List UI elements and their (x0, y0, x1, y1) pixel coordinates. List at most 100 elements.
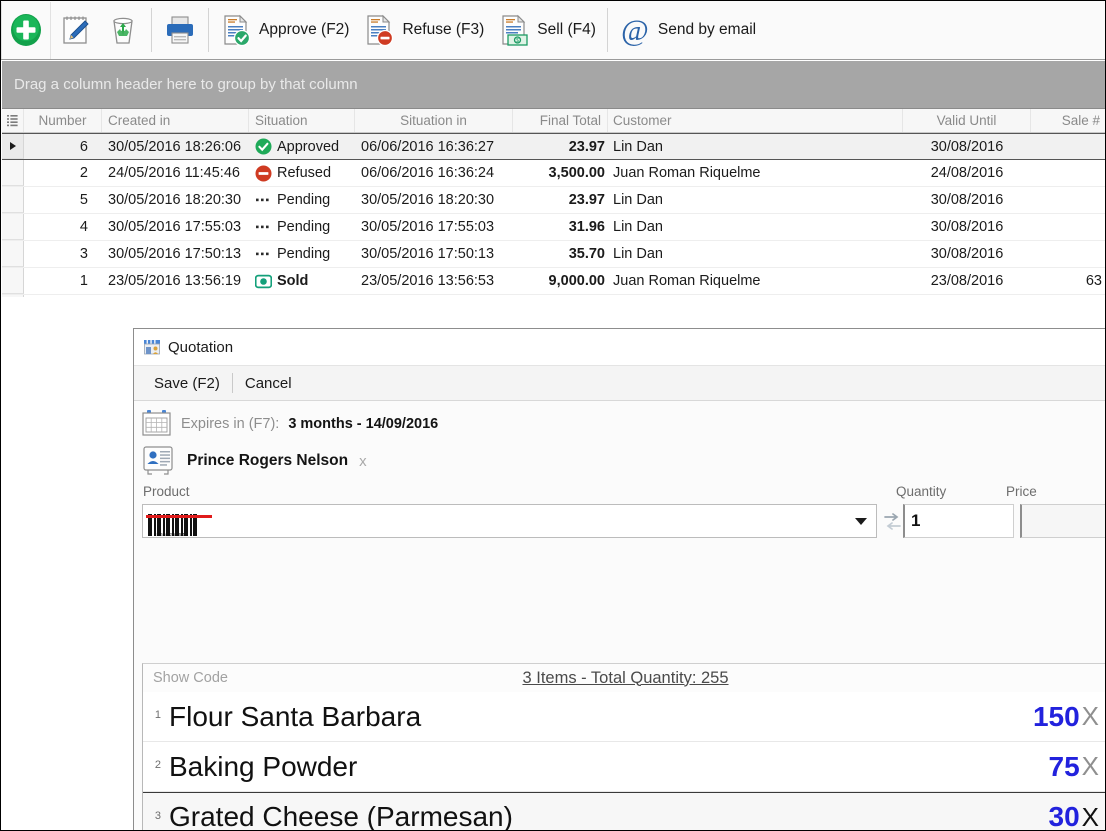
situation-label: Refused (277, 165, 332, 181)
cell-valid-until: 30/08/2016 (930, 138, 1004, 155)
column-header-valid-until[interactable]: Valid Until (903, 109, 1031, 132)
cell-sale-number (1031, 187, 1105, 213)
items-panel: Show Code 3 Items - Total Quantity: 255 … (142, 663, 1105, 831)
refuse-button[interactable]: Refuse (F3) (356, 2, 491, 59)
cell-number: 5 (79, 192, 88, 208)
expires-value[interactable]: 3 months - 14/09/2016 (288, 416, 438, 432)
row-indicator[interactable] (2, 160, 24, 186)
grid-empty-area (2, 297, 1105, 329)
column-header-created-in[interactable]: Created in (102, 109, 249, 132)
items-panel-header: Show Code 3 Items - Total Quantity: 255 (143, 664, 1105, 692)
group-by-panel[interactable]: Drag a column header here to group by th… (2, 61, 1105, 109)
column-header-sale-number[interactable]: Sale # (1031, 109, 1105, 132)
remove-customer-icon[interactable]: x (359, 453, 367, 470)
cell-situation: Pending (249, 187, 355, 213)
row-indicator[interactable] (2, 134, 24, 159)
approve-button[interactable]: Approve (F2) (213, 2, 356, 59)
item-name: Flour Santa Barbara (169, 700, 422, 732)
quotations-grid[interactable]: Number Created in Situation Situation in… (2, 109, 1105, 324)
document-money-icon: $ (502, 14, 528, 46)
item-name: Grated Cheese (Parmesan) (169, 801, 513, 831)
check-circle-icon (255, 138, 272, 155)
row-indicator[interactable] (2, 214, 24, 240)
sell-button[interactable]: $ Sell (F4) (491, 2, 603, 59)
row-indicator[interactable] (2, 187, 24, 213)
table-row[interactable]: 5 30/05/2016 18:20:30 Pending 30/05/2016 18… (2, 187, 1105, 214)
list-item[interactable]: 2 Baking Powder 75 X (143, 742, 1105, 792)
remove-item-button[interactable]: X (1082, 751, 1105, 782)
cancel-button[interactable]: Cancel (233, 375, 304, 392)
save-button[interactable]: Save (F2) (142, 375, 232, 392)
swap-arrows-icon[interactable] (884, 512, 901, 537)
quantity-input[interactable]: 1 (903, 504, 1014, 538)
price-input[interactable] (1020, 504, 1105, 538)
row-indicator[interactable] (2, 241, 24, 267)
remove-item-button[interactable]: X (1082, 701, 1105, 732)
cell-number: 4 (79, 219, 88, 235)
item-quantity[interactable]: 150 (1033, 701, 1082, 733)
product-input[interactable]: 38659258547 (142, 504, 877, 538)
cell-created-in: 24/05/2016 11:45:46 (108, 165, 240, 181)
ellipsis-icon (256, 198, 269, 201)
column-header-final-total[interactable]: Final Total (513, 109, 608, 132)
grid-left-margin (2, 325, 133, 830)
cell-final-total: 23.97 (568, 138, 605, 155)
table-row[interactable]: 2 24/05/2016 11:45:46 Refused 06/06/2016 16… (2, 160, 1105, 187)
notepad-pencil-icon (63, 16, 89, 44)
cell-created-in: 30/05/2016 18:26:06 (108, 138, 242, 155)
cell-sale-number: 63 (1085, 273, 1102, 289)
items-summary-text: 3 Items - Total Quantity: 255 (522, 668, 729, 687)
column-header-number[interactable]: Number (24, 109, 102, 132)
list-item[interactable]: 3 Grated Cheese (Parmesan) 30 X (143, 792, 1105, 831)
dialog-body: Expires in (F7): 3 months - 14/09/2016 P… (134, 401, 1105, 831)
items-summary[interactable]: 3 Items - Total Quantity: 255 (143, 668, 1105, 688)
store-icon (144, 340, 160, 355)
approve-button-label: Approve (F2) (259, 21, 350, 38)
cell-valid-until: 30/08/2016 (930, 192, 1004, 208)
cell-valid-until: 23/08/2016 (930, 273, 1004, 289)
row-indicator[interactable] (2, 268, 24, 294)
column-header-situation-in[interactable]: Situation in (355, 109, 513, 132)
dialog-title-bar: Quotation (134, 329, 1105, 365)
column-header-situation[interactable]: Situation (249, 109, 355, 132)
item-index: 1 (154, 709, 161, 721)
chevron-down-icon[interactable] (855, 517, 867, 525)
table-row[interactable]: 4 30/05/2016 17:55:03 Pending 30/05/2016 17… (2, 214, 1105, 241)
table-row[interactable]: 6 30/05/2016 18:26:06 Approved 06/06/2016 1… (2, 133, 1105, 160)
customer-row[interactable]: Prince Rogers Nelson x (134, 440, 1105, 480)
column-header-customer[interactable]: Customer (608, 109, 903, 132)
cell-sale-number (1031, 214, 1105, 240)
sell-button-label: Sell (F4) (537, 21, 596, 38)
expires-row[interactable]: Expires in (F7): 3 months - 14/09/2016 (134, 401, 1105, 440)
column-chooser-icon[interactable] (2, 109, 24, 132)
table-row[interactable]: 3 30/05/2016 17:50:13 Pending 30/05/2016 17… (2, 241, 1105, 268)
document-check-icon (224, 14, 251, 47)
print-button[interactable] (156, 2, 204, 59)
edit-button[interactable] (51, 2, 99, 59)
quantity-value: 1 (911, 511, 921, 530)
situation-label: Pending (277, 246, 331, 262)
items-list: 1 Flour Santa Barbara 150 X 2 Baking Powder 75… (143, 692, 1105, 831)
cell-customer: Lin Dan (613, 246, 663, 262)
remove-item-button[interactable]: X (1082, 802, 1105, 831)
list-item[interactable]: 1 Flour Santa Barbara 150 X (143, 692, 1105, 742)
table-row[interactable]: 1 23/05/2016 13:56:19 Sold 23/05/2016 13:56… (2, 268, 1105, 295)
add-button[interactable] (1, 1, 51, 59)
item-quantity[interactable]: 30 (1049, 801, 1082, 830)
item-quantity[interactable]: 75 (1049, 751, 1082, 783)
grid-header-row: Number Created in Situation Situation in… (2, 109, 1105, 133)
plus-circle-icon (11, 14, 41, 46)
deny-circle-icon (255, 165, 272, 181)
quotation-dialog: Quotation Save (F2) Cancel Expires in (F… (133, 328, 1105, 831)
product-label: Product (143, 484, 190, 499)
cell-situation: Sold (249, 268, 355, 294)
delete-button[interactable] (99, 2, 147, 59)
ellipsis-icon (256, 225, 269, 228)
refuse-button-label: Refuse (F3) (402, 21, 485, 38)
cell-situation: Refused (249, 160, 355, 186)
printer-icon (167, 16, 193, 44)
email-button[interactable]: @ Send by email (612, 2, 763, 59)
cell-number: 3 (79, 246, 88, 262)
customer-name: Prince Rogers Nelson (187, 452, 349, 469)
cell-customer: Juan Roman Riquelme (613, 165, 761, 181)
